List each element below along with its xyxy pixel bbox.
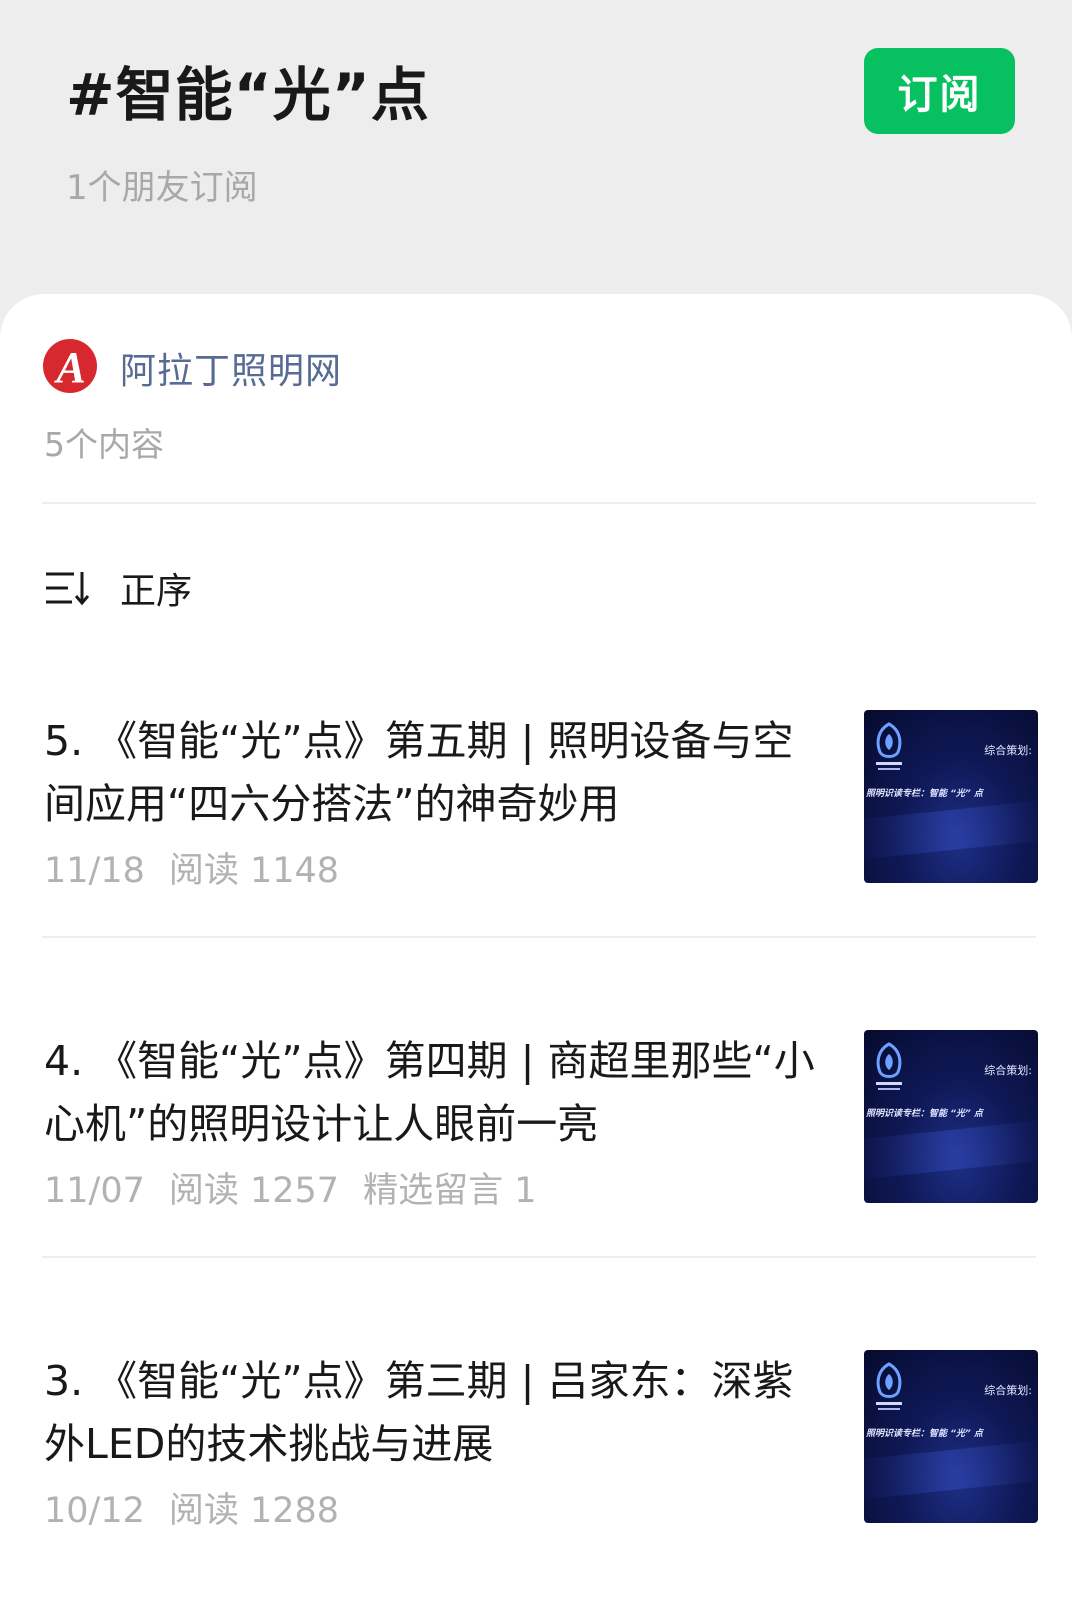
- thumbnail-subtitle: 照明识读专栏：智能 “光” 点: [866, 1109, 983, 1119]
- thumbnail-logo-icon: [876, 1042, 902, 1090]
- topic-page: #智能“光”点 1个朋友订阅 订阅 A 阿拉丁照明网 5个内容 正序 5. 《智…: [0, 0, 1072, 1604]
- article-item[interactable]: 5. 《智能“光”点》第五期 | 照明设备与空间应用“四六分搭法”的神奇妙用 1…: [0, 710, 1072, 930]
- article-thumbnail[interactable]: 综合策划: 照明识读专栏：智能 “光” 点: [864, 710, 1038, 883]
- thumbnail-glow: [864, 1439, 1038, 1501]
- topic-title: #智能“光”点: [66, 61, 430, 129]
- thumbnail-subtitle: 照明识读专栏：智能 “光” 点: [866, 1429, 983, 1439]
- subscribe-button[interactable]: 订阅: [864, 48, 1015, 134]
- article-item[interactable]: 4. 《智能“光”点》第四期 | 商超里那些“小心机”的照明设计让人眼前一亮 1…: [0, 1030, 1072, 1250]
- article-item[interactable]: 3. 《智能“光”点》第三期 | 吕家东：深紫外LED的技术挑战与进展 10/1…: [0, 1350, 1072, 1570]
- article-reads: 阅读 1288: [168, 1491, 340, 1531]
- account-name[interactable]: 阿拉丁照明网: [120, 342, 342, 394]
- content-count: 5个内容: [44, 425, 164, 464]
- divider: [42, 502, 1036, 504]
- logo-letter: A: [53, 343, 85, 392]
- content-card: A 阿拉丁照明网 5个内容 正序 5. 《智能“光”点》第五期 | 照明设备与空…: [0, 294, 1072, 1604]
- article-title[interactable]: 5. 《智能“光”点》第五期 | 照明设备与空间应用“四六分搭法”的神奇妙用: [44, 710, 824, 836]
- thumbnail-subtitle: 照明识读专栏：智能 “光” 点: [866, 789, 983, 799]
- thumbnail-caption: 综合策划:: [984, 1064, 1032, 1077]
- article-meta: 11/07 阅读 1257 精选留言 1: [44, 1162, 560, 1213]
- thumbnail-caption: 综合策划:: [984, 1384, 1032, 1397]
- article-thumbnail[interactable]: 综合策划: 照明识读专栏：智能 “光” 点: [864, 1350, 1038, 1523]
- divider: [42, 1256, 1036, 1258]
- sort-icon: [46, 572, 90, 606]
- article-meta: 11/18 阅读 1148: [44, 842, 363, 893]
- thumbnail-logo-icon: [876, 722, 902, 770]
- divider: [42, 936, 1036, 938]
- article-reads: 阅读 1148: [168, 851, 340, 891]
- article-title[interactable]: 4. 《智能“光”点》第四期 | 商超里那些“小心机”的照明设计让人眼前一亮: [44, 1030, 824, 1156]
- article-meta: 10/12 阅读 1288: [44, 1482, 363, 1533]
- article-date: 11/07: [44, 1171, 145, 1211]
- article-date: 10/12: [44, 1491, 145, 1531]
- article-date: 11/18: [44, 851, 145, 891]
- account-logo-icon[interactable]: A: [42, 338, 98, 394]
- article-comments: 精选留言 1: [363, 1171, 537, 1211]
- thumbnail-glow: [864, 1119, 1038, 1181]
- article-title[interactable]: 3. 《智能“光”点》第三期 | 吕家东：深紫外LED的技术挑战与进展: [44, 1350, 824, 1476]
- sort-toggle[interactable]: 正序: [44, 564, 192, 612]
- thumbnail-caption: 综合策划:: [984, 744, 1032, 757]
- thumbnail-glow: [864, 799, 1038, 861]
- sort-label: 正序: [120, 571, 193, 612]
- article-reads: 阅读 1257: [168, 1171, 340, 1211]
- thumbnail-logo-icon: [876, 1362, 902, 1410]
- subscriber-count: 1个朋友订阅: [66, 168, 258, 208]
- article-thumbnail[interactable]: 综合策划: 照明识读专栏：智能 “光” 点: [864, 1030, 1038, 1203]
